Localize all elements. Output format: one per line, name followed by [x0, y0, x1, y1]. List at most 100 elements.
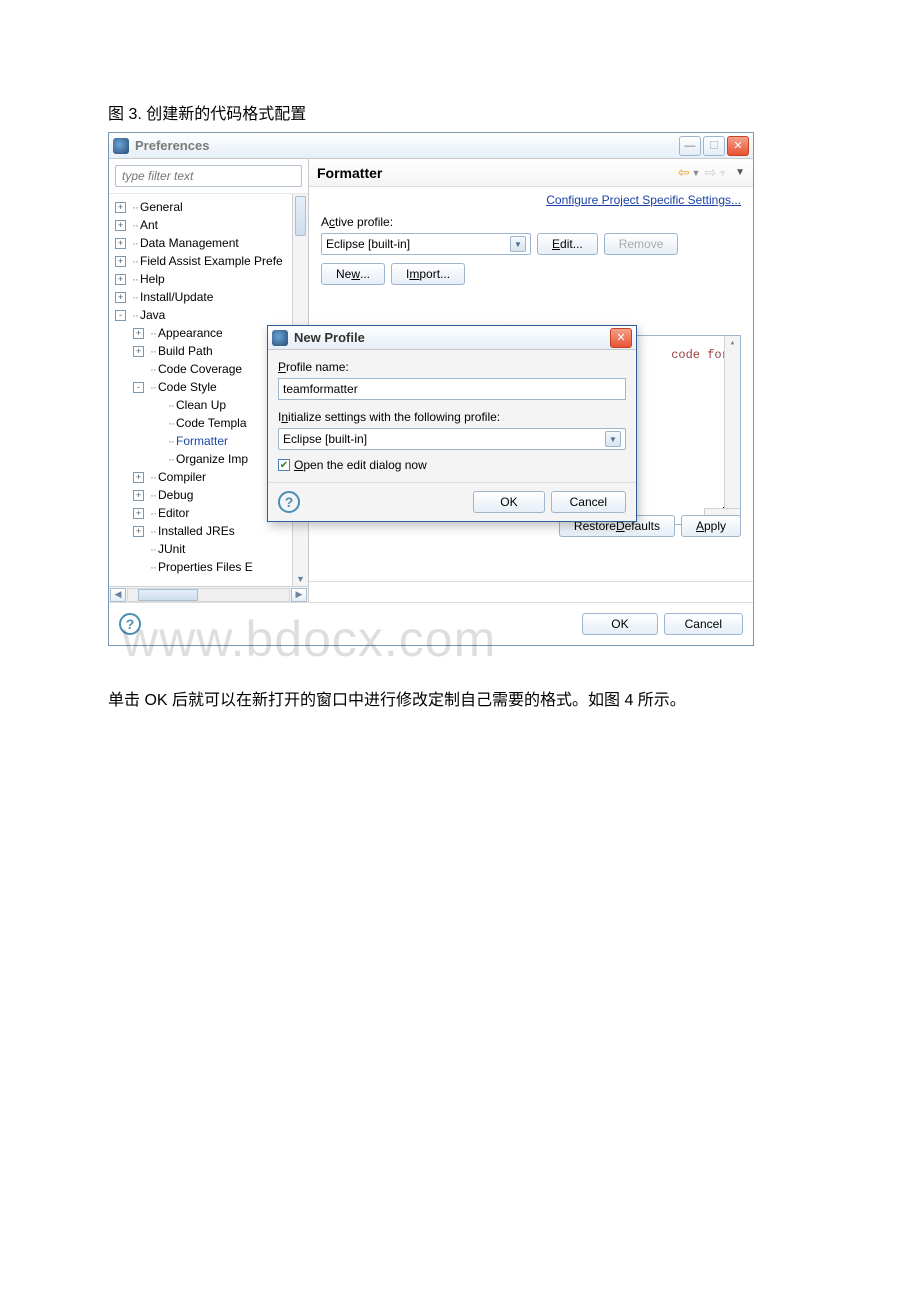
scroll-down-icon[interactable]: ▼	[293, 572, 308, 586]
maximize-button[interactable]: ☐	[703, 136, 725, 156]
tree-item[interactable]: +··Compiler	[115, 468, 292, 486]
figure-caption-top: 图 3. 创建新的代码格式配置	[108, 100, 820, 124]
tree-item[interactable]: +··Editor	[115, 504, 292, 522]
expand-icon[interactable]: +	[133, 508, 144, 519]
collapse-icon[interactable]: -	[115, 310, 126, 321]
expand-icon[interactable]: +	[133, 526, 144, 537]
expand-icon[interactable]: +	[133, 328, 144, 339]
project-settings-link[interactable]: Configure Project Specific Settings...	[546, 193, 741, 207]
nav-back-icon[interactable]: ⇦	[678, 164, 690, 181]
apply-button[interactable]: Apply	[681, 515, 741, 537]
edit-button[interactable]: Edit...	[537, 233, 598, 255]
scroll-up-icon[interactable]: ▴	[725, 336, 740, 350]
tree-item-label: Installed JREs	[158, 522, 235, 540]
tree-item-label: Help	[140, 270, 165, 288]
ok-button[interactable]: OK	[582, 613, 657, 635]
tree-item[interactable]: -··Java	[115, 306, 292, 324]
tree-item-label: Formatter	[176, 432, 228, 450]
app-icon	[272, 330, 288, 346]
figure-caption-bottom: 单击 OK 后就可以在新打开的窗口中进行修改定制自己需要的格式。如图 4 所示。	[108, 686, 820, 710]
tree-item[interactable]: +··General	[115, 198, 292, 216]
tree-item-label: Build Path	[158, 342, 213, 360]
tree-item[interactable]: ··JUnit	[115, 540, 292, 558]
expand-icon[interactable]: +	[115, 274, 126, 285]
tree-item[interactable]: ··Organize Imp	[115, 450, 292, 468]
tree-item[interactable]: -··Code Style	[115, 378, 292, 396]
panel-title: Formatter	[317, 165, 382, 181]
scroll-thumb-h[interactable]	[138, 589, 198, 601]
expand-icon[interactable]: +	[133, 346, 144, 357]
active-profile-dropdown[interactable]: Eclipse [built-in] ▼	[321, 233, 531, 255]
tree-item-label: Code Coverage	[158, 360, 242, 378]
nav-menu-icon[interactable]: ▼	[735, 167, 745, 178]
tree-item[interactable]: ··Formatter	[115, 432, 292, 450]
init-profile-value: Eclipse [built-in]	[283, 432, 367, 446]
nav-back-menu-icon[interactable]: ▼	[692, 168, 701, 178]
tree-item[interactable]: +··Data Management	[115, 234, 292, 252]
chevron-down-icon[interactable]: ▼	[510, 236, 526, 252]
dialog-help-icon[interactable]: ?	[278, 491, 300, 513]
scroll-thumb[interactable]	[295, 196, 306, 236]
help-icon[interactable]: ?	[119, 613, 141, 635]
dialog-close-button[interactable]: ✕	[610, 328, 632, 348]
tree-item[interactable]: +··Help	[115, 270, 292, 288]
import-button[interactable]: Import...	[391, 263, 465, 285]
filter-input[interactable]	[115, 165, 302, 187]
tree-item[interactable]: +··Ant	[115, 216, 292, 234]
tree-item[interactable]: ··Properties Files E	[115, 558, 292, 576]
nav-forward-icon[interactable]: ⇨	[704, 164, 716, 181]
expand-icon[interactable]: +	[133, 472, 144, 483]
tree-item[interactable]: ··Clean Up	[115, 396, 292, 414]
profile-name-input[interactable]: teamformatter	[278, 378, 626, 400]
tree-item[interactable]: +··Installed JREs	[115, 522, 292, 540]
tree-item-label: Data Management	[140, 234, 239, 252]
app-icon	[113, 138, 129, 154]
remove-button: Remove	[604, 233, 679, 255]
tree-item-label: Clean Up	[176, 396, 226, 414]
cancel-button[interactable]: Cancel	[664, 613, 743, 635]
tree-item-label: Appearance	[158, 324, 223, 342]
tree-item-label: Java	[140, 306, 165, 324]
expand-icon[interactable]: +	[115, 238, 126, 249]
open-edit-label: Open the edit dialog now	[294, 458, 427, 472]
new-button[interactable]: New...	[321, 263, 385, 285]
titlebar: Preferences — ☐ ✕	[109, 133, 753, 159]
tree-item-label: Ant	[140, 216, 158, 234]
expand-icon[interactable]: +	[115, 202, 126, 213]
tree-item[interactable]: +··Appearance	[115, 324, 292, 342]
close-button[interactable]: ✕	[727, 136, 749, 156]
chevron-down-icon[interactable]: ▼	[605, 431, 621, 447]
preferences-tree[interactable]: +··General+··Ant+··Data Management+··Fie…	[109, 194, 292, 586]
tree-item[interactable]: +··Debug	[115, 486, 292, 504]
collapse-icon[interactable]: -	[133, 382, 144, 393]
tree-item-label: Field Assist Example Prefe	[140, 252, 283, 270]
tree-item[interactable]: ··Code Templa	[115, 414, 292, 432]
preferences-window: Preferences — ☐ ✕ +··General+··Ant+··Dat…	[108, 132, 754, 646]
tree-item-label: Properties Files E	[158, 558, 253, 576]
tree-item-label: Organize Imp	[176, 450, 248, 468]
nav-forward-menu-icon[interactable]: ▼	[718, 168, 727, 178]
minimize-button[interactable]: —	[679, 136, 701, 156]
tree-item[interactable]: ··Code Coverage	[115, 360, 292, 378]
dialog-ok-button[interactable]: OK	[473, 491, 544, 513]
expand-icon[interactable]: +	[115, 292, 126, 303]
dialog-cancel-button[interactable]: Cancel	[551, 491, 626, 513]
init-profile-dropdown[interactable]: Eclipse [built-in] ▼	[278, 428, 626, 450]
expand-icon[interactable]: +	[115, 220, 126, 231]
tree-item[interactable]: +··Build Path	[115, 342, 292, 360]
scroll-left-icon[interactable]: ◀	[110, 588, 126, 602]
dialog-title: New Profile	[294, 330, 365, 345]
dialog-button-row: ? OK Cancel	[109, 602, 753, 645]
checkbox-checked-icon[interactable]: ✔	[278, 459, 290, 471]
open-edit-checkbox-row[interactable]: ✔ Open the edit dialog now	[278, 458, 626, 472]
tree-item-label: JUnit	[158, 540, 185, 558]
scroll-right-icon[interactable]: ▶	[291, 588, 307, 602]
expand-icon[interactable]: +	[133, 490, 144, 501]
tree-item[interactable]: +··Install/Update	[115, 288, 292, 306]
expand-icon[interactable]: +	[115, 256, 126, 267]
preview-scrollbar-vertical[interactable]: ▴ ▾	[724, 336, 740, 524]
tree-scrollbar-horizontal[interactable]: ◀ ▶	[109, 586, 308, 602]
tree-item-label: Install/Update	[140, 288, 213, 306]
tree-item-label: Code Templa	[176, 414, 247, 432]
tree-item[interactable]: +··Field Assist Example Prefe	[115, 252, 292, 270]
